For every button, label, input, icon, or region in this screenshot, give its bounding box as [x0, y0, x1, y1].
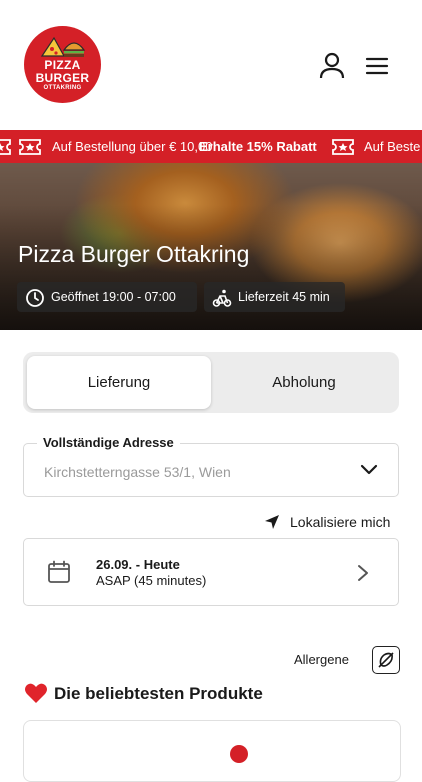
promo-condition-text-repeat: Auf Beste — [364, 139, 421, 154]
calendar-icon — [48, 560, 70, 583]
tab-pickup[interactable]: Abholung — [213, 356, 395, 409]
account-button[interactable] — [318, 52, 346, 80]
address-label: Vollständige Adresse — [37, 435, 180, 450]
chevron-down-icon — [360, 464, 378, 475]
product-image-peek — [230, 745, 248, 763]
clock-icon — [26, 289, 44, 307]
promo-discount-text: Erhalte 15% Rabatt — [199, 139, 317, 154]
logo-text-ottakring: OTTAKRING — [43, 85, 82, 91]
hamburger-menu-icon — [365, 57, 389, 75]
delivery-time-text: Lieferzeit 45 min — [238, 290, 330, 304]
delivery-bike-icon — [212, 289, 232, 307]
promo-ticker: Auf Bestellung über € 10,00 Erhalte 15% … — [0, 130, 422, 163]
order-mode-toggle: Lieferung Abholung — [23, 352, 399, 413]
ticket-star-icon — [332, 139, 354, 155]
menu-button[interactable] — [364, 54, 390, 78]
allergen-icon — [378, 652, 394, 668]
delivery-time-selector[interactable]: 26.09. - Heute ASAP (45 minutes) — [23, 538, 399, 606]
logo-text-burger: BURGER — [35, 71, 90, 85]
allergens-label: Allergene — [294, 652, 349, 667]
app-header: PIZZA BURGER OTTAKRING — [0, 0, 422, 130]
location-arrow-icon — [265, 515, 279, 529]
ticket-star-icon — [19, 139, 41, 155]
delivery-time-badge: Lieferzeit 45 min — [204, 282, 345, 312]
user-icon — [319, 52, 345, 79]
chevron-right-icon — [358, 565, 368, 581]
logo-text-pizza: PIZZA — [44, 58, 81, 72]
selected-date: 26.09. - Heute — [96, 557, 180, 572]
opening-hours-text: Geöffnet 19:00 - 07:00 — [51, 290, 176, 304]
address-select[interactable]: Vollständige Adresse Kirchstetterngasse … — [23, 435, 399, 497]
pizza-burger-logo-icon — [40, 36, 86, 57]
allergens-filter-button[interactable] — [372, 646, 400, 674]
popular-products-title: Die beliebtesten Produkte — [54, 684, 263, 703]
ticket-star-icon — [0, 139, 11, 155]
product-card[interactable] — [23, 720, 401, 782]
restaurant-name: Pizza Burger Ottakring — [18, 241, 250, 267]
tab-delivery[interactable]: Lieferung — [27, 356, 211, 409]
opening-hours-badge: Geöffnet 19:00 - 07:00 — [17, 282, 197, 312]
restaurant-hero: Pizza Burger Ottakring Geöffnet 19:00 - … — [0, 163, 422, 330]
brand-logo[interactable]: PIZZA BURGER OTTAKRING — [24, 26, 101, 103]
selected-time: ASAP (45 minutes) — [96, 573, 207, 588]
locate-me-label: Lokalisiere mich — [290, 514, 391, 530]
heart-icon — [25, 683, 47, 703]
promo-condition-text: Auf Bestellung über € 10,00 — [52, 139, 213, 154]
address-value: Kirchstetterngasse 53/1, Wien — [44, 464, 231, 480]
